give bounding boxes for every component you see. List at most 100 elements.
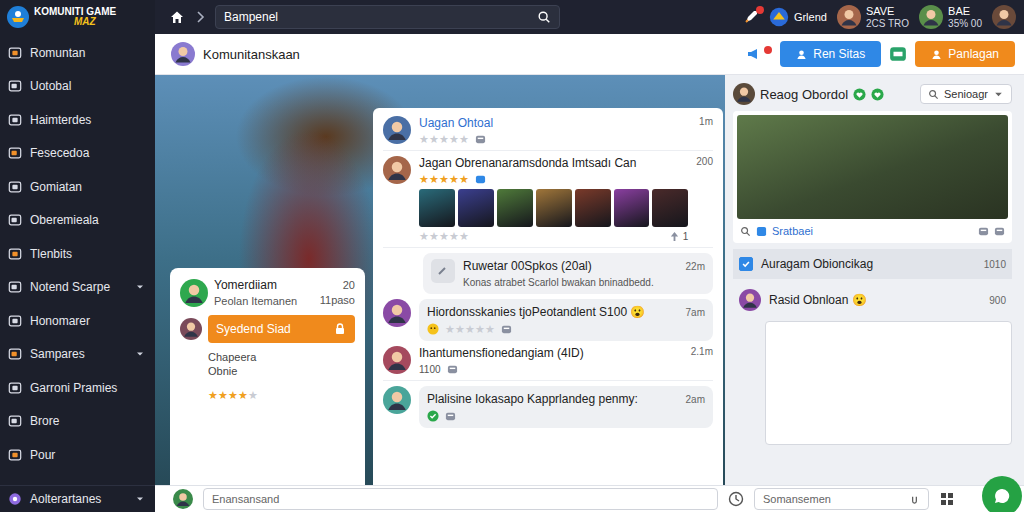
sidebar-item[interactable]: Romuntan	[0, 36, 155, 70]
gamepad-logo-icon	[6, 5, 30, 29]
star-rating: ★★★★★	[419, 134, 469, 145]
avatar-icon[interactable]	[837, 5, 861, 29]
sidebar-item[interactable]: Oberemieala	[0, 204, 155, 238]
avatar-icon[interactable]	[180, 318, 202, 340]
panel-row[interactable]: Auragam Obioncikag 1010	[733, 249, 1012, 279]
avatar-icon[interactable]	[383, 386, 411, 414]
game-thumbnail[interactable]	[575, 189, 611, 227]
sidebar-item[interactable]: Gomiatan	[0, 170, 155, 204]
sidebar-item[interactable]: Fesecedoa	[0, 137, 155, 171]
search-icon	[740, 226, 751, 237]
game-thumbnails	[419, 189, 688, 227]
top-user[interactable]: Grlend	[769, 7, 827, 27]
menu-icon	[8, 180, 22, 194]
media-search[interactable]: Sratbaei	[737, 223, 1008, 239]
avatar-icon[interactable]	[739, 289, 761, 311]
comment-icon	[475, 134, 486, 145]
sidebar-item[interactable]: Garroni Pramies	[0, 371, 155, 405]
home-icon[interactable]	[169, 9, 185, 25]
avatar-icon[interactable]	[383, 116, 411, 144]
chat-fab-button[interactable]	[982, 476, 1022, 512]
settings-icon	[8, 492, 22, 506]
feed-note[interactable]: Ruwetar 00Spkos (20al)22m Konas atrabet …	[423, 253, 713, 294]
avatar-icon[interactable]	[733, 83, 755, 105]
content: Yomerdiiam Peolan Itemanen 20 11paso Sye…	[155, 75, 1024, 485]
avatar-icon[interactable]	[919, 5, 943, 29]
comment-icon	[445, 411, 456, 422]
sidebar-item[interactable]: Haimterdes	[0, 103, 155, 137]
menu-icon	[8, 381, 22, 395]
sidebar-item[interactable]: Pour	[0, 438, 155, 472]
feed-post[interactable]: Ihantumensfionedangiam (4ID) 1100 2.1m	[383, 346, 713, 381]
menu-icon	[8, 213, 22, 227]
star-rating: ★★★★★	[208, 390, 258, 401]
chevron-down-icon	[135, 349, 145, 359]
sidebar-footer-item[interactable]: Aolterartanes	[0, 485, 155, 512]
top-user[interactable]: SAVE 2CS TRO	[837, 5, 909, 29]
filter-dropdown[interactable]: Senioagr	[920, 84, 1012, 104]
avatar-icon[interactable]	[383, 346, 411, 374]
alerts-button[interactable]	[746, 46, 762, 62]
menu-icon	[8, 247, 22, 261]
avatar-icon[interactable]	[180, 279, 208, 307]
top-bar: Bampenel Grlend SAVE 2CS TRO BAE 35% 00	[155, 0, 1024, 34]
logo[interactable]: KOMUNITI GAME MAZ	[0, 0, 155, 34]
game-thumbnail[interactable]	[536, 189, 572, 227]
chevron-down-icon	[135, 282, 145, 292]
search-field[interactable]: Bampenel	[215, 5, 560, 29]
header-button[interactable]: Ren Sitas	[780, 41, 881, 67]
sidebar-item[interactable]: Brore	[0, 405, 155, 439]
profile-line: Obnie	[208, 365, 355, 377]
secondary-input[interactable]: Somansemen	[754, 488, 929, 510]
avatar-icon[interactable]	[383, 299, 411, 327]
feed-gallery-post[interactable]: Jagan Obrenanaramsdonda Imtsadı Can ★★★★…	[383, 156, 713, 248]
user-icon	[931, 49, 942, 60]
attachment-icon	[431, 259, 455, 283]
menu-icon	[8, 46, 22, 60]
game-thumbnail[interactable]	[497, 189, 533, 227]
hero-artwork: Yomerdiiam Peolan Itemanen 20 11paso Sye…	[155, 75, 725, 485]
avatar-icon[interactable]	[383, 156, 411, 184]
feed-post[interactable]: Uagan Ohtoal ★★★★★ 1m	[383, 116, 713, 151]
panel-title: Reaog Obordol	[760, 87, 848, 102]
message-input[interactable]: Enansansand	[203, 488, 718, 510]
chevron-down-icon	[135, 494, 145, 504]
search-icon[interactable]	[537, 10, 551, 24]
game-thumbnail[interactable]	[458, 189, 494, 227]
game-screenshot[interactable]	[737, 115, 1008, 219]
heart-icon	[853, 88, 866, 101]
avatar-icon[interactable]	[171, 42, 195, 66]
chat-icon	[992, 486, 1012, 506]
feed-message[interactable]: Hiordonsskanies tjoPeotandlent S100 😮7am…	[383, 299, 713, 341]
clock-icon[interactable]	[728, 491, 744, 507]
panel-row[interactable]: Rasid Obnloan 😮 900	[733, 285, 1012, 315]
sidebar-item[interactable]: Uotobal	[0, 70, 155, 104]
sidebar-item[interactable]: Tlenbits	[0, 237, 155, 271]
avatar-icon[interactable]	[173, 489, 193, 509]
feed-message[interactable]: Plalisine Iokasapo Kapprlandeg penmy:2am	[383, 386, 713, 428]
top-user[interactable]: BAE 35% 00	[919, 5, 982, 29]
bookmark-icon	[475, 174, 486, 185]
checkmark-icon	[741, 259, 751, 269]
reply-textbox[interactable]	[765, 321, 1012, 445]
search-icon	[928, 89, 939, 100]
notifications-button[interactable]	[743, 9, 759, 25]
header-button[interactable]: Panlagan	[915, 41, 1015, 67]
sidebar-item[interactable]: Honomarer	[0, 304, 155, 338]
avatar-icon[interactable]	[992, 5, 1016, 29]
game-thumbnail[interactable]	[652, 189, 688, 227]
star-rating: ★★★★★	[419, 174, 469, 185]
sidebar-item[interactable]: Notend Scarpe	[0, 271, 155, 305]
share-icon[interactable]	[669, 231, 680, 242]
grid-icon[interactable]	[939, 491, 955, 507]
app: KOMUNITI GAME MAZ Romuntan Uotobal Haimt…	[0, 0, 1024, 512]
game-thumbnail[interactable]	[614, 189, 650, 227]
comment-icon	[501, 324, 512, 335]
sidebar-item[interactable]: Sampares	[0, 338, 155, 372]
tag-icon	[756, 226, 767, 237]
profile-action-button[interactable]: Syedend Siad	[208, 315, 355, 343]
menu-icon	[8, 414, 22, 428]
game-thumbnail[interactable]	[419, 189, 455, 227]
wallet-icon[interactable]	[889, 45, 907, 63]
row-checkbox[interactable]	[739, 257, 753, 271]
